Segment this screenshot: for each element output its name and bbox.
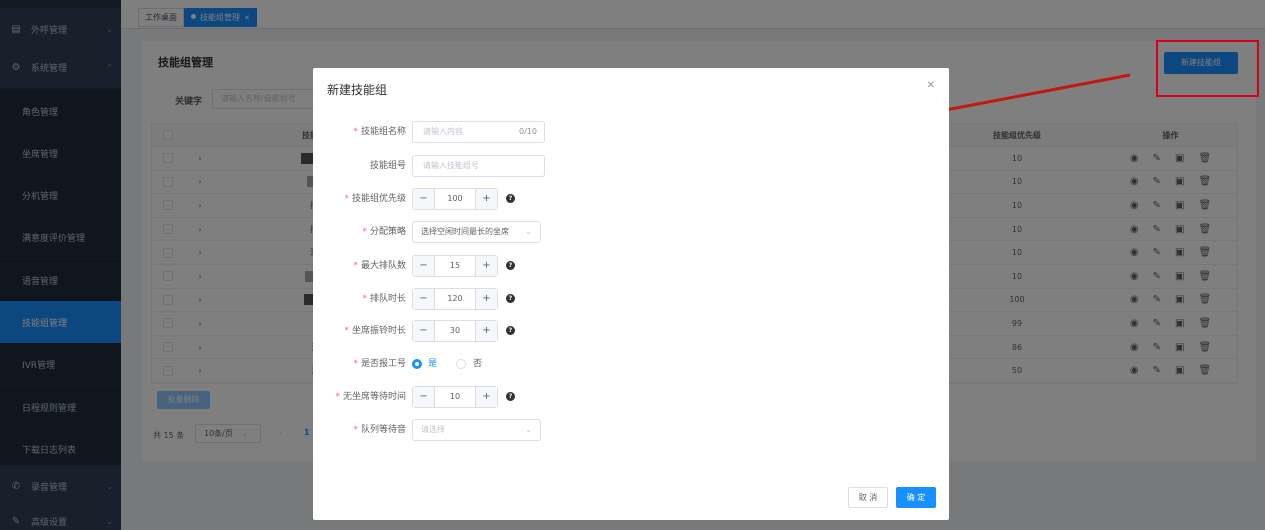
skill-group-name-input[interactable]: 请输入内容 0/10 [412, 121, 545, 143]
help-icon[interactable]: ? [506, 294, 515, 303]
field-max-queue: * 最大排队数 −15 + ? [313, 255, 949, 277]
plus-icon[interactable]: + [475, 321, 497, 341]
plus-icon[interactable]: + [475, 256, 497, 276]
plus-icon[interactable]: + [475, 189, 497, 209]
field-strategy: * 分配策略 选择空闲时间最长的坐席 ⌄ [313, 221, 949, 243]
queue-music-select[interactable]: 请选择 ⌄ [412, 419, 541, 441]
minus-icon[interactable]: − [413, 387, 435, 407]
strategy-select[interactable]: 选择空闲时间最长的坐席 ⌄ [412, 221, 541, 243]
minus-icon[interactable]: − [413, 189, 435, 209]
field-priority: * 技能组优先级 −100 + ? [313, 188, 949, 210]
field-queue-time: * 排队时长 −120 + ? [313, 288, 949, 310]
minus-icon[interactable]: − [413, 321, 435, 341]
cancel-button[interactable]: 取 消 [848, 487, 888, 508]
no-agent-wait-stepper[interactable]: −10 + [412, 386, 498, 408]
field-name: * 技能组名称 请输入内容 0/10 [313, 121, 949, 143]
help-icon[interactable]: ? [506, 194, 515, 203]
radio-no[interactable] [456, 359, 466, 369]
field-no-agent-wait: * 无坐席等待时间 −10 + ? [313, 386, 949, 408]
radio-yes-label[interactable]: 是 [428, 353, 437, 375]
field-number: 技能组号 请输入技能组号 [313, 155, 949, 177]
new-skill-group-dialog: 新建技能组 ✕ * 技能组名称 请输入内容 0/10 技能组号 请输入技能组号 * 技… [313, 68, 949, 520]
help-icon[interactable]: ? [506, 392, 515, 401]
help-icon[interactable]: ? [506, 261, 515, 270]
field-report-id: * 是否报工号 是 否 [313, 353, 949, 375]
queue-time-stepper[interactable]: −120 + [412, 288, 498, 310]
ring-time-stepper[interactable]: −30 + [412, 320, 498, 342]
close-icon[interactable]: ✕ [927, 80, 935, 91]
plus-icon[interactable]: + [475, 289, 497, 309]
max-queue-stepper[interactable]: −15 + [412, 255, 498, 277]
plus-icon[interactable]: + [475, 387, 497, 407]
chevron-down-icon: ⌄ [525, 425, 532, 434]
help-icon[interactable]: ? [506, 326, 515, 335]
radio-yes[interactable] [412, 359, 422, 369]
priority-stepper[interactable]: −100 + [412, 188, 498, 210]
skill-group-number-input[interactable]: 请输入技能组号 [412, 155, 545, 177]
confirm-button[interactable]: 确 定 [896, 487, 936, 508]
minus-icon[interactable]: − [413, 289, 435, 309]
field-ring-time: * 坐席振铃时长 −30 + ? [313, 320, 949, 342]
radio-no-label[interactable]: 否 [473, 353, 482, 375]
field-queue-music: * 队列等待音 请选择 ⌄ [313, 419, 949, 441]
chevron-down-icon: ⌄ [525, 227, 532, 236]
minus-icon[interactable]: − [413, 256, 435, 276]
dialog-title: 新建技能组 [327, 83, 388, 97]
